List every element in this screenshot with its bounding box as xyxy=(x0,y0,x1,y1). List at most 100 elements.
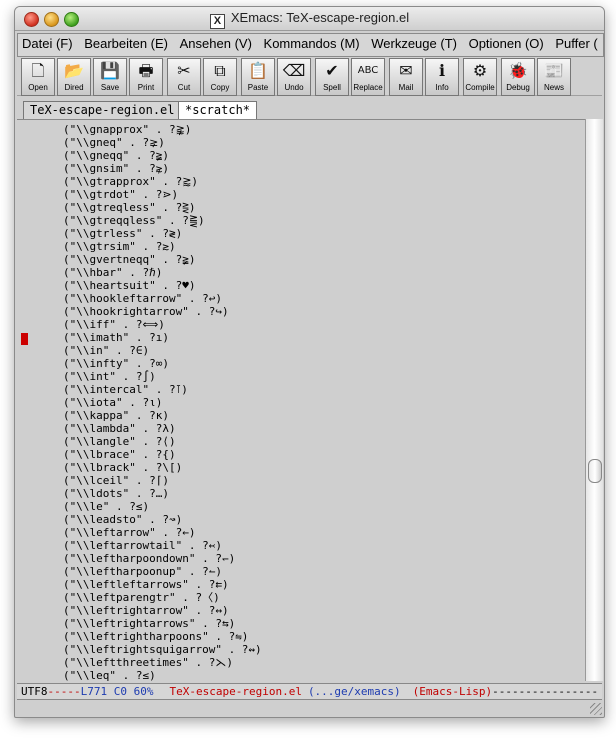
xemacs-window: X XEmacs: TeX-escape-region.el Datei (F) … xyxy=(14,6,605,718)
code-line: ("\\gtrless" . ?≷) xyxy=(63,227,183,240)
menu-ansehen[interactable]: Ansehen (V) xyxy=(176,34,256,51)
code-line: ("\\gtrapprox" . ?⪆) xyxy=(63,175,199,188)
code-line: ("\\hbar" . ?ℏ) xyxy=(63,266,163,279)
code-line: ("\\gnsim" . ?⋧) xyxy=(63,162,169,175)
code-line: ("\\gvertneqq" . ?≩) xyxy=(63,253,196,266)
resize-grip[interactable] xyxy=(590,703,602,715)
menu-puffer[interactable]: Puffer ( xyxy=(551,34,601,51)
debug-button[interactable]: 🐞 Debug xyxy=(501,58,535,96)
cut-button[interactable]: ✂ Cut xyxy=(167,58,201,96)
newspaper-icon: 📰 xyxy=(544,61,564,80)
toolbar: 🗋 Open 📂 Dired 💾 Save 🖶 Print ✂ Cut ⧉ Copy 📋 Pa… xyxy=(17,57,602,96)
info-button[interactable]: i Info xyxy=(425,58,459,96)
code-line: ("\\leftarrow" . ?←) xyxy=(63,526,196,539)
code-line: ("\\leftrightsquigarrow" . ?↭) xyxy=(63,643,262,656)
code-line: ("\\leq" . ?≤) xyxy=(63,669,156,682)
code-line: ("\\leftarrowtail" . ?↢) xyxy=(63,539,222,552)
code-line: ("\\leftthreetimes" . ?⋋) xyxy=(63,656,233,669)
x11-icon: X xyxy=(209,14,225,29)
code-line: ("\\leftrightarrows" . ?⇆) xyxy=(63,617,236,630)
tab-scratch[interactable]: *scratch* xyxy=(178,101,258,119)
code-line: ("\\in" . ?∈) xyxy=(63,344,150,357)
text-cursor xyxy=(21,333,28,345)
code-line: ("\\leftrightharpoons" . ?⇋) xyxy=(63,630,249,643)
compile-button[interactable]: ⚙ Compile xyxy=(463,58,497,96)
vertical-scrollbar[interactable] xyxy=(585,119,603,681)
window-title-text: XEmacs: TeX-escape-region.el xyxy=(230,10,410,25)
save-button[interactable]: 💾 Save xyxy=(93,58,127,96)
printer-icon: 🖶 xyxy=(138,61,154,80)
code-line: ("\\int" . ?∫) xyxy=(63,370,156,383)
menu-datei[interactable]: Datei (F) xyxy=(18,34,77,51)
document-icon: 🗋 xyxy=(31,61,45,80)
open-button[interactable]: 🗋 Open xyxy=(21,58,55,96)
code-line: ("\\leftrightarrow" . ?↔) xyxy=(63,604,229,617)
copy-icon: ⧉ xyxy=(214,61,226,80)
compile-icon: ⚙ xyxy=(472,61,488,80)
modeline-fill: ---------------- xyxy=(492,685,599,698)
dired-button[interactable]: 📂 Dired xyxy=(57,58,91,96)
code-line: ("\\kappa" . ?κ) xyxy=(63,409,169,422)
code-line: ("\\gtreqqless" . ?⪌) xyxy=(63,214,205,227)
code-line: ("\\gtreqless" . ?⋛) xyxy=(63,201,196,214)
menu-bar: Datei (F) Bearbeiten (E) Ansehen (V) Kom… xyxy=(17,33,604,57)
major-mode[interactable]: (Emacs-Lisp) xyxy=(413,684,492,699)
menu-optionen[interactable]: Optionen (O) xyxy=(465,34,548,51)
code-line: ("\\gtrdot" . ?⋗) xyxy=(63,188,179,201)
code-line: ("\\intercal" . ?⊺) xyxy=(63,383,188,396)
mail-button[interactable]: ✉ Mail xyxy=(389,58,423,96)
code-line: ("\\infty" . ?∞) xyxy=(63,357,169,370)
window-title: X XEmacs: TeX-escape-region.el xyxy=(15,10,604,29)
scrollbar-thumb[interactable] xyxy=(588,459,602,483)
scissors-icon: ✂ xyxy=(177,61,191,80)
info-icon: i xyxy=(438,61,446,80)
buffer-name[interactable]: TeX-escape-region.el xyxy=(169,684,301,699)
copy-button[interactable]: ⧉ Copy xyxy=(203,58,237,96)
spell-button[interactable]: ✔ Spell xyxy=(315,58,349,96)
floppy-icon: 💾 xyxy=(100,61,120,80)
code-line: ("\\gtrsim" . ?≳) xyxy=(63,240,176,253)
bug-icon: 🐞 xyxy=(508,61,528,80)
buffer-directory: (...ge/xemacs) xyxy=(307,685,401,698)
code-line: ("\\gneq" . ?⪈) xyxy=(63,136,165,149)
code-line: ("\\hookleftarrow" . ?↩) xyxy=(63,292,222,305)
code-line: ("\\leftparengtr" . ?〈) xyxy=(63,591,220,604)
replace-button[interactable]: ABC Replace xyxy=(351,58,385,96)
code-line: ("\\lceil" . ?⌈) xyxy=(63,474,169,487)
code-line: ("\\lbrace" . ?{) xyxy=(63,448,176,461)
code-line: ("\\imath" . ?ı) xyxy=(63,331,169,344)
title-bar[interactable]: X XEmacs: TeX-escape-region.el xyxy=(15,7,604,31)
menu-werkzeuge[interactable]: Werkzeuge (T) xyxy=(367,34,461,51)
coding-system: UTF8 xyxy=(21,685,48,698)
code-line: ("\\gneqq" . ?≩) xyxy=(63,149,169,162)
spell-check-icon: ✔ xyxy=(325,61,339,80)
menu-kommandos[interactable]: Kommandos (M) xyxy=(260,34,364,51)
menu-bearbeiten[interactable]: Bearbeiten (E) xyxy=(80,34,172,51)
code-line: ("\\gnapprox" . ?⪊) xyxy=(63,123,192,136)
code-line: ("\\heartsuit" . ?♥) xyxy=(63,279,196,292)
print-button[interactable]: 🖶 Print xyxy=(129,58,163,96)
mail-icon: ✉ xyxy=(399,61,413,80)
code-line: ("\\leftleftarrows" . ?⇇) xyxy=(63,578,229,591)
folder-icon: 📂 xyxy=(64,61,84,80)
modeline-dashes: ----- xyxy=(47,685,81,698)
tab-tex-escape-region[interactable]: TeX-escape-region.el xyxy=(23,101,182,119)
eraser-icon: ⌫ xyxy=(282,61,306,80)
code-line: ("\\lbrack" . ?\[) xyxy=(63,461,183,474)
code-line: ("\\hookrightarrow" . ?↪) xyxy=(63,305,229,318)
code-line: ("\\iff" . ?⟺) xyxy=(63,318,165,331)
news-button[interactable]: 📰 News xyxy=(537,58,571,96)
code-line: ("\\ldots" . ?…) xyxy=(63,487,169,500)
clipboard-icon: 📋 xyxy=(248,61,268,80)
code-line: ("\\langle" . ?⟨) xyxy=(63,435,176,448)
line-position: L771 C0 60% xyxy=(80,685,154,698)
paste-button[interactable]: 📋 Paste xyxy=(241,58,275,96)
code-line: ("\\le" . ?≤) xyxy=(63,500,150,513)
undo-button[interactable]: ⌫ Undo xyxy=(277,58,311,96)
code-line: ("\\leadsto" . ?↝) xyxy=(63,513,183,526)
code-line: ("\\iota" . ?ι) xyxy=(63,396,163,409)
editor-text-area[interactable]: ("\\gnapprox" . ?⪊) ("\\gneq" . ?⪈) ("\\gn… xyxy=(17,119,585,682)
code-line: ("\\lambda" . ?λ) xyxy=(63,422,176,435)
mode-line: UTF8-----L771 C0 60% TeX-escape-region.el… xyxy=(17,683,602,700)
replace-icon: ABC xyxy=(357,65,379,76)
